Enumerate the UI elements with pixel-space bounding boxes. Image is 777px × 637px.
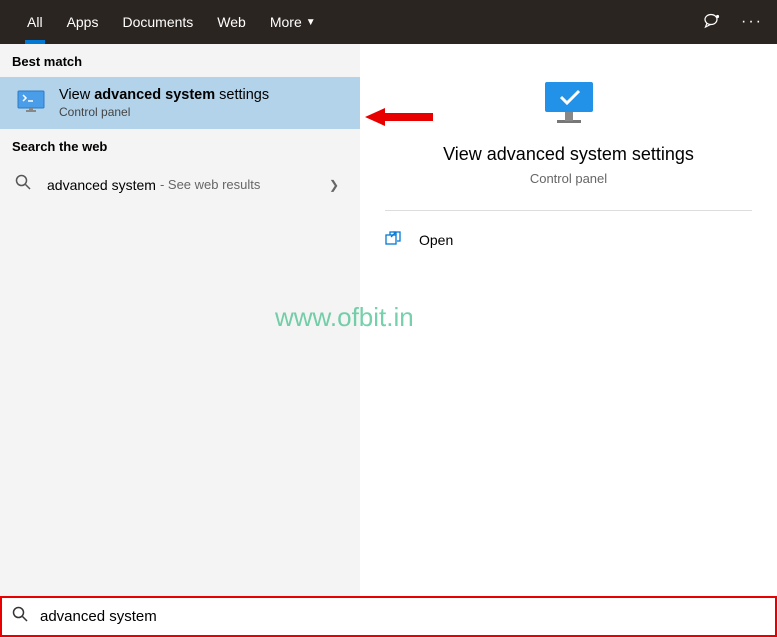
more-options-icon[interactable]: ···: [742, 12, 762, 32]
results-panel: Best match View advanced system settings…: [0, 44, 360, 596]
feedback-icon[interactable]: [702, 12, 722, 32]
web-search-header: Search the web: [0, 129, 360, 162]
open-action[interactable]: Open: [385, 227, 752, 252]
search-filter-tabs: All Apps Documents Web More▼ ···: [0, 0, 777, 44]
best-match-title: View advanced system settings: [59, 87, 269, 103]
web-result[interactable]: advanced system - See web results ❯: [0, 162, 360, 207]
search-icon: [15, 174, 35, 195]
search-bar[interactable]: [0, 596, 777, 637]
preview-panel: View advanced system settings Control pa…: [360, 44, 777, 596]
best-match-sub: Control panel: [59, 105, 269, 119]
chevron-down-icon: ▼: [306, 17, 316, 28]
monitor-icon: [15, 87, 47, 119]
preview-sub: Control panel: [385, 171, 752, 186]
tab-apps[interactable]: Apps: [55, 0, 111, 44]
tab-all[interactable]: All: [15, 0, 55, 44]
open-label: Open: [419, 232, 453, 248]
tab-more[interactable]: More▼: [258, 0, 328, 44]
preview-title: View advanced system settings: [385, 144, 752, 165]
web-result-suffix: - See web results: [160, 177, 260, 192]
best-match-result[interactable]: View advanced system settings Control pa…: [0, 77, 360, 129]
tab-documents[interactable]: Documents: [110, 0, 205, 44]
web-result-text: advanced system: [47, 177, 156, 193]
search-input[interactable]: [40, 608, 765, 625]
open-icon: [385, 231, 405, 248]
search-icon: [12, 606, 30, 627]
monitor-check-icon: [537, 80, 601, 130]
tab-web[interactable]: Web: [205, 0, 258, 44]
chevron-right-icon: ❯: [329, 178, 345, 192]
best-match-header: Best match: [0, 44, 360, 77]
